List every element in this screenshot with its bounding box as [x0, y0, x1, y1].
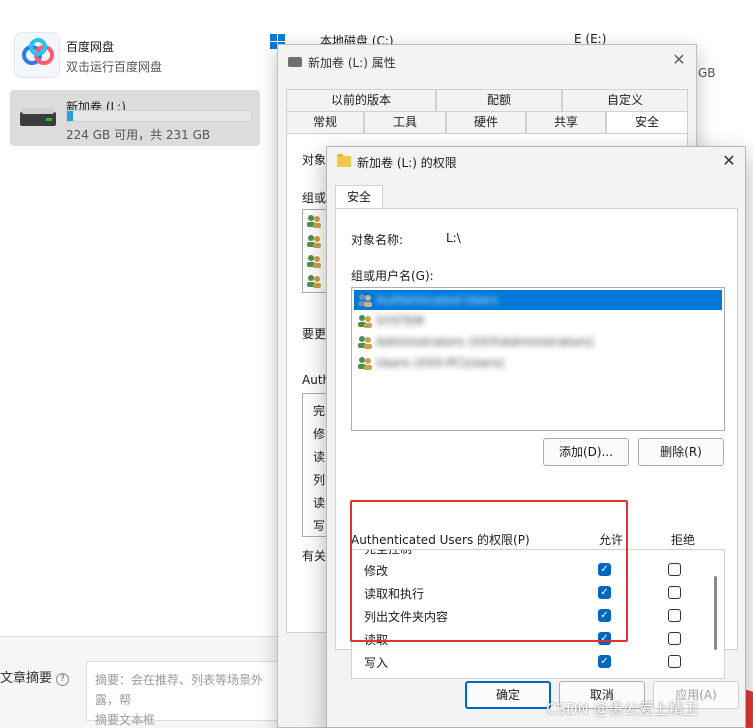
- ok-button[interactable]: 确定: [465, 681, 551, 709]
- props-group-label: 组或: [302, 191, 327, 205]
- permissions-title: 新加卷 (L:) 的权限: [357, 156, 457, 170]
- baidu-netdisk-subtitle: 双击运行百度网盘: [66, 60, 163, 74]
- properties-tabs-row-2: 常规 工具 硬件 共享 安全: [286, 111, 688, 133]
- drive-title-icon: [288, 57, 302, 67]
- deny-checkbox[interactable]: [668, 632, 681, 645]
- user-row-system[interactable]: SYSTEM: [354, 311, 722, 331]
- drive-e-space-partial: GB: [698, 66, 716, 80]
- group-user-list[interactable]: Authenticated Users SYSTEM Administrator…: [351, 287, 725, 431]
- tab-hardware[interactable]: 硬件: [446, 111, 526, 133]
- users-icon: [357, 314, 374, 328]
- close-icon[interactable]: ✕: [719, 151, 739, 171]
- properties-title: 新加卷 (L:) 属性: [308, 56, 396, 70]
- tab-sharing[interactable]: 共享: [526, 111, 606, 133]
- summary-placeholder-line-2: 摘要文本框: [95, 713, 156, 727]
- drive-l-space: 224 GB 可用，共 231 GB: [66, 128, 211, 142]
- summary-textarea[interactable]: 摘要：会在推荐、列表等场景外露，帮 摘要文本框: [86, 661, 286, 727]
- props-perm-5: 读: [313, 496, 326, 510]
- red-highlight-annotation: [350, 500, 628, 642]
- permission-name: 写入: [364, 656, 389, 670]
- tab-security[interactable]: 安全: [335, 185, 383, 209]
- csdn-watermark: CSDN @愚公爱上精卫: [546, 700, 699, 718]
- users-icon: [357, 335, 374, 349]
- user-name: Administrators (XXX\Administrators): [376, 335, 594, 349]
- deny-checkbox[interactable]: [668, 586, 681, 599]
- hard-drive-icon: [18, 102, 58, 130]
- props-perm-6: 写: [313, 519, 326, 533]
- drive-l-usage-fill: [67, 111, 73, 121]
- user-row-administrators[interactable]: Administrators (XXX\Administrators): [354, 332, 722, 352]
- users-icon: [357, 356, 374, 370]
- user-row-authenticated-users[interactable]: Authenticated Users: [354, 290, 722, 310]
- users-icon: [306, 254, 322, 268]
- tab-quota[interactable]: 配额: [436, 89, 562, 111]
- help-icon[interactable]: ?: [56, 673, 70, 686]
- deny-checkbox[interactable]: [668, 563, 681, 576]
- object-name-label: 对象名称:: [351, 233, 404, 247]
- user-name: Users (XXX-PC\Users): [376, 356, 505, 370]
- user-row-users[interactable]: Users (XXX-PC\Users): [354, 353, 722, 373]
- props-change-label: 要更: [302, 327, 327, 341]
- summary-placeholder-line-1: 摘要：会在推荐、列表等场景外露，帮: [95, 673, 264, 707]
- properties-titlebar: 新加卷 (L:) 属性 ✕: [278, 45, 696, 79]
- tab-security[interactable]: 安全: [606, 111, 688, 133]
- close-icon[interactable]: ✕: [670, 51, 688, 69]
- baidu-netdisk-logo: [14, 32, 60, 78]
- deny-checkbox[interactable]: [668, 655, 681, 668]
- props-perm-2: 修: [313, 427, 326, 441]
- article-summary-area: 文章摘要? 摘要：会在推荐、列表等场景外露，帮 摘要文本框: [0, 636, 286, 728]
- object-name-value: L:\: [446, 231, 461, 245]
- users-icon: [357, 293, 374, 307]
- users-icon: [306, 234, 322, 248]
- group-user-label: 组或用户名(G):: [351, 269, 434, 283]
- remove-button[interactable]: 删除(R): [638, 438, 724, 466]
- baidu-netdisk-item[interactable]: 百度网盘 双击运行百度网盘: [10, 30, 260, 86]
- user-name: SYSTEM: [376, 314, 424, 328]
- props-perm-4: 列: [313, 473, 326, 487]
- props-about-label: 有关: [302, 549, 327, 563]
- users-icon: [306, 274, 322, 288]
- folder-icon: [337, 154, 351, 167]
- users-icon: [306, 214, 322, 228]
- user-name: Authenticated Users: [376, 293, 499, 307]
- tab-general[interactable]: 常规: [286, 111, 364, 133]
- add-button[interactable]: 添加(D)...: [543, 438, 629, 466]
- drive-l-usage-bar: [66, 110, 252, 122]
- props-perm-3: 读: [313, 450, 326, 464]
- tab-previous-versions[interactable]: 以前的版本: [286, 89, 436, 111]
- permissions-scrollbar[interactable]: [714, 576, 717, 650]
- baidu-netdisk-name: 百度网盘: [66, 40, 115, 54]
- permissions-titlebar: 新加卷 (L:) 的权限 ✕: [327, 147, 745, 177]
- deny-checkbox[interactable]: [668, 609, 681, 622]
- deny-header: 拒绝: [671, 533, 696, 547]
- properties-tabs-row-1: 以前的版本 配额 自定义: [286, 89, 688, 111]
- props-perm-1: 完: [313, 404, 326, 418]
- permission-row: 写入 ✓: [352, 650, 712, 673]
- tab-customize[interactable]: 自定义: [562, 89, 688, 111]
- allow-checkbox[interactable]: ✓: [598, 655, 611, 668]
- summary-label: 文章摘要?: [0, 667, 70, 686]
- drive-l-item[interactable]: 新加卷 (L:) 224 GB 可用，共 231 GB: [10, 90, 260, 146]
- tab-tools[interactable]: 工具: [364, 111, 446, 133]
